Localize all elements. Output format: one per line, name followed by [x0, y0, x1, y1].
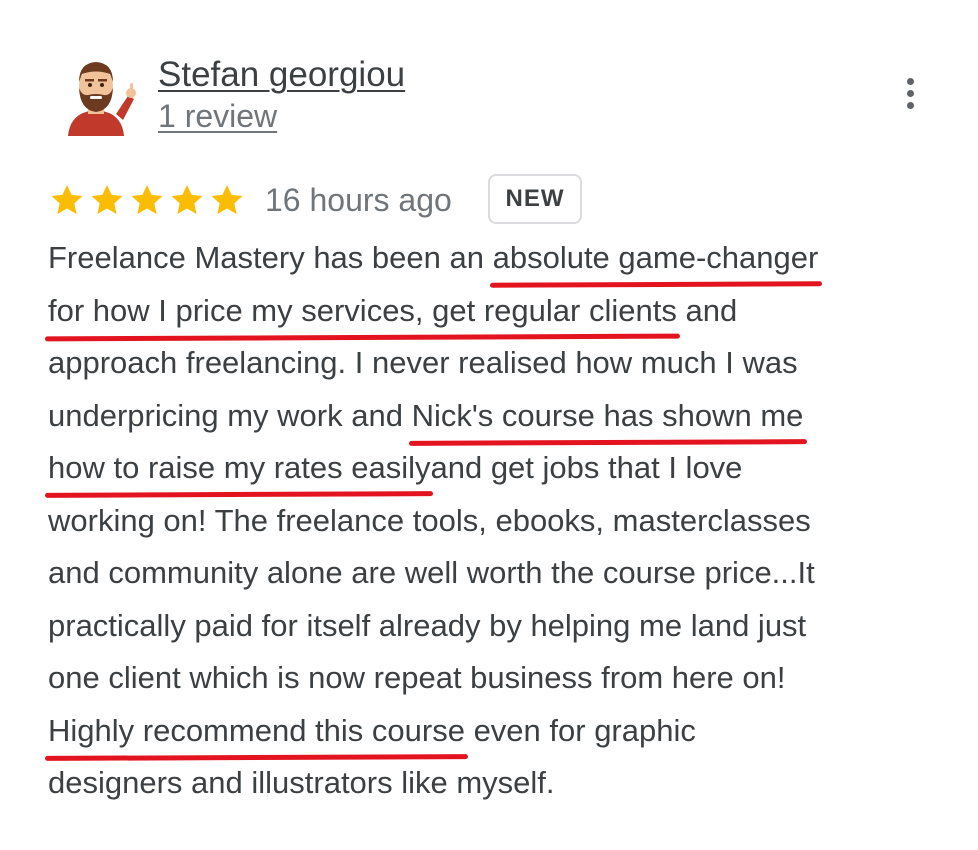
review-text-segment: and community alone are well worth the c…	[48, 555, 815, 590]
review-line: designers and illustrators like myself.	[48, 757, 928, 810]
review-line: Highly recommend this course even for gr…	[48, 705, 928, 758]
star-icon	[131, 184, 163, 215]
review-text-segment: Freelance Mastery has been an	[48, 240, 493, 275]
highlighted-phrase: for how I price my services, get regular…	[48, 292, 677, 328]
review-line: underpricing my work and Nick's course h…	[48, 390, 928, 443]
review-line: working on! The freelance tools, ebooks,…	[48, 495, 928, 548]
review-text-segment: working on! The freelance tools, ebooks,…	[48, 502, 811, 538]
review-line: practically paid for itself already by h…	[48, 600, 928, 653]
star-icon	[171, 184, 203, 215]
new-badge: NEW	[488, 174, 582, 224]
review-line: for how I price my services, get regular…	[48, 285, 928, 338]
review-text-segment: even for graphic	[464, 712, 696, 748]
review-text-segment: designers and illustrators like myself.	[48, 765, 555, 800]
review-count-link[interactable]: 1 review	[158, 98, 277, 135]
review-text-segment: one client which is now repeat business …	[48, 660, 786, 695]
highlighted-phrase: absolute game-changer	[492, 240, 819, 275]
review-text-segment: practically paid for itself already by h…	[48, 607, 807, 643]
star-icon	[211, 184, 243, 215]
star-icon	[51, 184, 83, 215]
avatar[interactable]	[54, 52, 138, 136]
review-line: Freelance Mastery has been an absolute g…	[48, 232, 928, 285]
reviewer-name[interactable]: Stefan georgiou	[158, 55, 405, 95]
review-text-segment: and	[676, 292, 738, 328]
star-rating	[48, 180, 246, 220]
highlighted-phrase: Highly recommend this course	[48, 712, 465, 748]
review-time: 16 hours ago	[265, 182, 452, 218]
review-line: how to raise my rates easilyand get jobs…	[48, 442, 928, 495]
review-line: and community alone are well worth the c…	[48, 547, 928, 600]
review-text-segment: and get jobs that I love	[430, 450, 743, 485]
highlighted-phrase: Nick's course has shown me	[411, 397, 804, 433]
more-vert-icon[interactable]	[896, 78, 924, 118]
review-line: one client which is now repeat business …	[48, 652, 928, 705]
review-text: Freelance Mastery has been an absolute g…	[48, 232, 928, 810]
review-line: approach freelancing. I never realised h…	[48, 337, 928, 390]
star-icon	[91, 184, 123, 215]
review-text-segment: underpricing my work and	[48, 397, 412, 433]
highlighted-phrase: how to raise my rates easily	[48, 450, 431, 485]
review-text-segment: approach freelancing. I never realised h…	[48, 345, 798, 380]
